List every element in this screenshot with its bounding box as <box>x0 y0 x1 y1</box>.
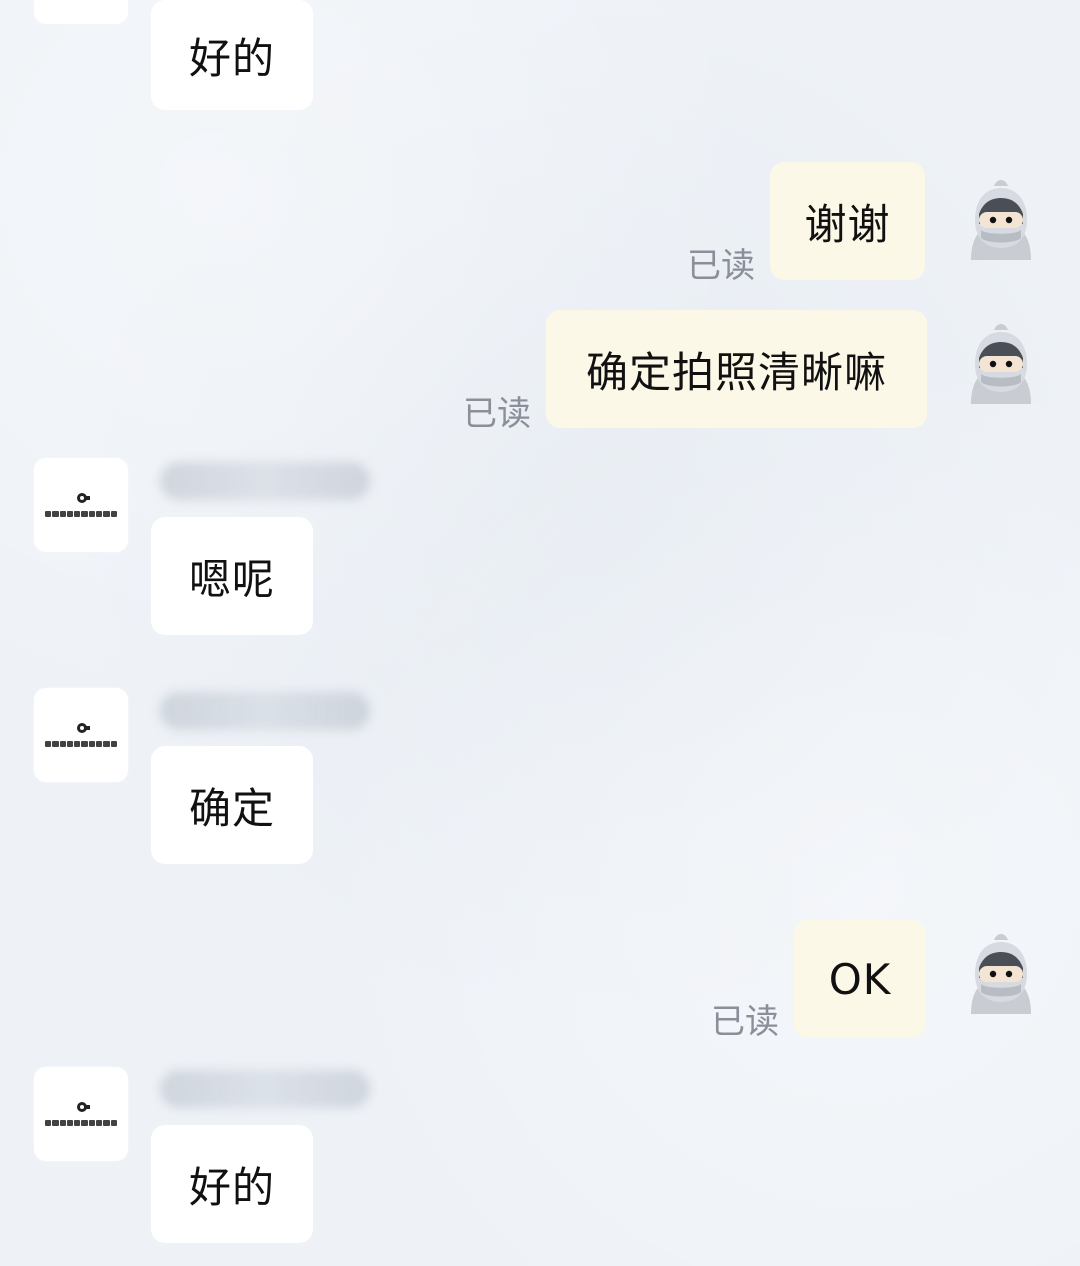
company-logo-text <box>45 511 117 517</box>
sender-avatar[interactable] <box>34 458 128 552</box>
knight-avatar-icon[interactable] <box>961 930 1041 1014</box>
incoming-message-bubble[interactable]: 确定 <box>151 746 313 864</box>
read-receipt: 已读 <box>463 394 531 434</box>
sender-avatar[interactable] <box>34 0 128 24</box>
incoming-message-bubble[interactable]: 嗯呢 <box>151 517 313 635</box>
company-logo-icon <box>77 723 90 733</box>
knight-avatar-icon[interactable] <box>961 176 1041 260</box>
sender-avatar[interactable] <box>34 1067 128 1161</box>
message-text: 谢谢 <box>804 199 891 249</box>
sender-avatar[interactable] <box>34 688 128 782</box>
company-logo-text <box>45 741 117 747</box>
incoming-message-bubble[interactable]: 好的 <box>151 0 313 110</box>
company-logo-icon <box>77 493 90 503</box>
message-text: 嗯呢 <box>188 554 275 604</box>
sender-name-blurred <box>160 462 370 500</box>
company-logo-icon <box>77 1102 90 1112</box>
knight-avatar-icon[interactable] <box>961 320 1041 404</box>
message-text: 好的 <box>188 1162 275 1212</box>
read-receipt: 已读 <box>711 1002 779 1042</box>
outgoing-message-bubble[interactable]: OK <box>794 920 926 1038</box>
incoming-message-bubble[interactable]: 好的 <box>151 1125 313 1243</box>
message-text: 确定拍照清晰嘛 <box>585 347 887 397</box>
outgoing-message-bubble[interactable]: 确定拍照清晰嘛 <box>546 310 927 428</box>
message-text: 确定 <box>188 783 275 833</box>
company-logo-text <box>45 1120 117 1126</box>
read-receipt: 已读 <box>687 246 755 286</box>
message-text: OK <box>828 954 892 1004</box>
sender-name-blurred <box>160 1070 370 1108</box>
outgoing-message-bubble[interactable]: 谢谢 <box>770 162 925 280</box>
chat-area: 好的 已读 谢谢 已读 确定拍照清晰嘛 嗯呢 确定 已读 OK 好的 <box>0 0 1080 1266</box>
message-text: 好的 <box>188 33 275 83</box>
sender-name-blurred <box>160 692 370 730</box>
